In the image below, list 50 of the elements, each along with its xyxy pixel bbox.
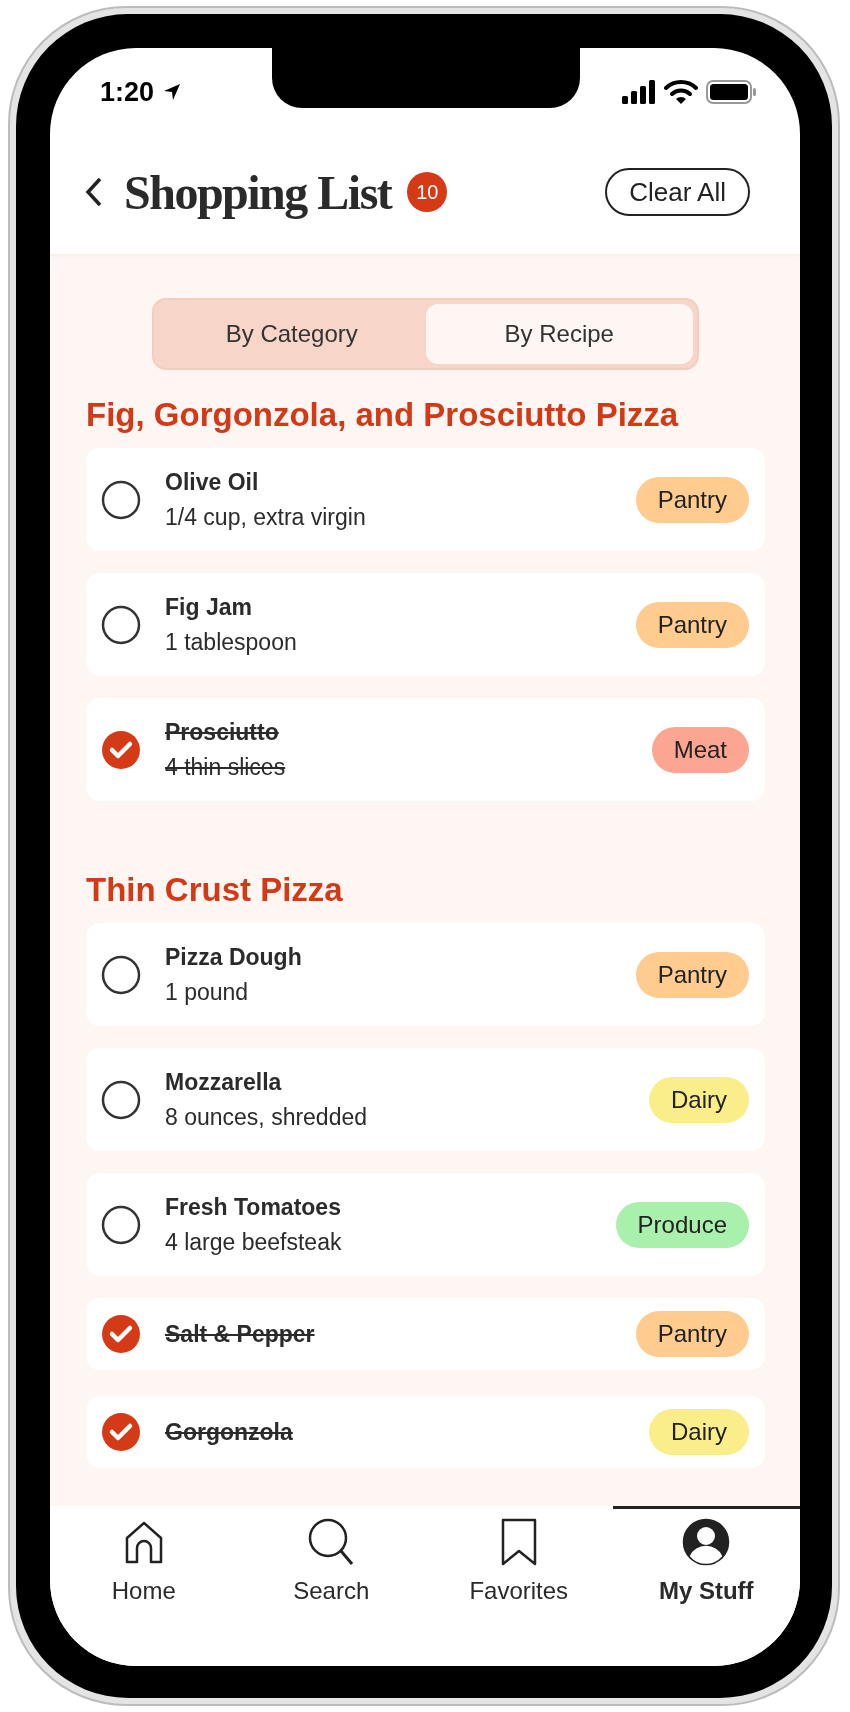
ingredient-amount: 4 thin slices xyxy=(165,752,287,782)
person-icon xyxy=(682,1517,731,1567)
category-tag: Produce xyxy=(615,1201,749,1248)
checkbox[interactable] xyxy=(101,1079,141,1120)
category-tag: Meat xyxy=(651,726,749,773)
checkbox[interactable] xyxy=(101,729,141,770)
count-badge: 10 xyxy=(407,172,448,212)
checkbox[interactable] xyxy=(101,1204,141,1245)
category-tag: Pantry xyxy=(635,1311,749,1357)
category-tag: Dairy xyxy=(649,1409,749,1455)
checkbox[interactable] xyxy=(101,604,141,645)
ingredient-name: Fresh Tomatoes xyxy=(165,1192,342,1222)
clear-all-button[interactable]: Clear All xyxy=(605,168,750,216)
page-title: Shopping List xyxy=(124,164,392,220)
ingredient-amount: 8 ounces, shredded xyxy=(165,1102,369,1132)
wifi-icon xyxy=(664,80,698,104)
ingredient-amount: 1 tablespoon xyxy=(165,627,298,657)
view-tab[interactable]: By Recipe xyxy=(425,304,693,364)
ingredient-amount: 1/4 cup, extra virgin xyxy=(165,502,367,532)
ingredient-name: Fig Jam xyxy=(165,592,253,622)
category-tag: Pantry xyxy=(635,951,749,998)
category-tag: Dairy xyxy=(649,1076,749,1123)
view-tab[interactable]: By Category xyxy=(158,304,426,364)
checkbox[interactable] xyxy=(101,954,141,995)
ingredient-name: Pizza Dough xyxy=(165,942,303,972)
recipe-title: Fig, Gorgonzola, and Prosciutto Pizza xyxy=(86,396,680,434)
nav-tab[interactable]: Search xyxy=(237,1506,425,1666)
ingredient-name: Mozzarella xyxy=(165,1067,283,1097)
location-arrow-icon xyxy=(162,82,183,102)
ingredient-name: Salt & Pepper xyxy=(165,1320,316,1349)
recipe-title: Thin Crust Pizza xyxy=(86,871,344,909)
nav-tab[interactable]: Home xyxy=(50,1506,238,1666)
ingredient-amount: 1 pound xyxy=(165,977,250,1007)
search-icon xyxy=(308,1517,355,1567)
checkbox[interactable] xyxy=(101,479,141,520)
checkbox[interactable] xyxy=(101,1412,141,1452)
bookmark-icon xyxy=(499,1517,538,1567)
battery-icon xyxy=(706,80,756,104)
ingredient-name: Gorgonzola xyxy=(165,1418,294,1447)
checkbox[interactable] xyxy=(101,1314,141,1354)
ingredient-name: Prosciutto xyxy=(165,717,280,747)
nav-tab[interactable]: Favorites xyxy=(425,1506,613,1666)
ingredient-name: Olive Oil xyxy=(165,467,260,497)
category-tag: Pantry xyxy=(635,601,749,648)
nav-tab[interactable]: My Stuff xyxy=(612,1506,800,1666)
category-tag: Pantry xyxy=(635,476,749,523)
back-icon[interactable] xyxy=(84,176,104,208)
clock-time: 1:20 xyxy=(100,76,155,108)
signal-icon xyxy=(622,80,656,104)
ingredient-amount: 4 large beefsteak xyxy=(165,1227,343,1257)
